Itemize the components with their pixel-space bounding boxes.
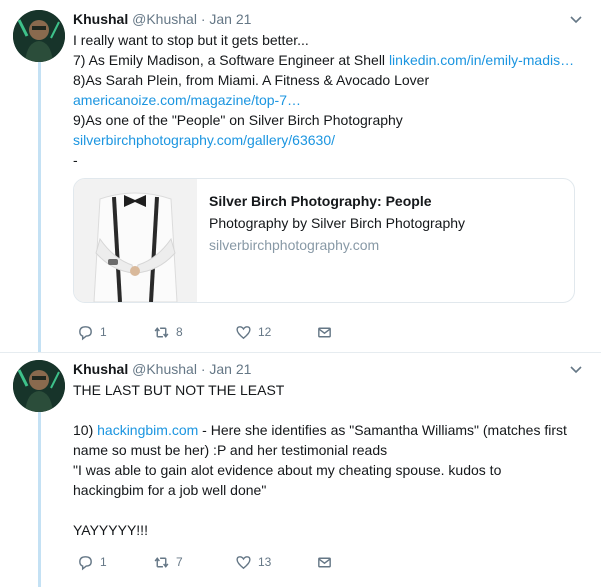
avatar[interactable]: [13, 10, 65, 62]
tweet-line: YAYYYYY!!!: [73, 522, 148, 538]
like-count: 12: [258, 325, 272, 339]
chevron-down-icon[interactable]: [569, 13, 583, 27]
retweet-icon: [154, 556, 169, 568]
retweet-count: 7: [176, 555, 183, 569]
tweet-line: 9)As one of the "People" on Silver Birch…: [73, 112, 403, 128]
heart-icon: [236, 325, 251, 339]
like-button[interactable]: 13: [235, 552, 271, 572]
message-button[interactable]: [316, 552, 333, 572]
tweet-date[interactable]: Jan 21: [209, 361, 251, 377]
tweet-actions: 1 7 13: [73, 552, 373, 572]
reply-icon: [79, 325, 92, 340]
envelope-icon: [318, 327, 331, 337]
reply-count: 1: [100, 325, 107, 339]
tweet-line: I really want to stop but it gets better…: [73, 32, 309, 48]
like-button[interactable]: 12: [235, 322, 271, 342]
tweet-date[interactable]: Jan 21: [209, 11, 251, 27]
tweet-line: THE LAST BUT NOT THE LEAST: [73, 382, 285, 398]
tweet-paragraph: 10) hackingbim.com - Here she identifies…: [73, 422, 567, 458]
message-button[interactable]: [316, 322, 333, 342]
reply-count: 1: [100, 555, 107, 569]
tweet-link[interactable]: americanoize.com/magazine/top-7…: [73, 92, 301, 108]
tweet[interactable]: Khushal @Khushal · Jan 21 THE LAST BUT N…: [73, 360, 591, 540]
tweet-text: I really want to stop but it gets better…: [73, 30, 591, 170]
card-domain: silverbirchphotography.com: [209, 237, 380, 253]
reply-icon: [79, 555, 92, 570]
tweet-link[interactable]: hackingbim.com: [97, 422, 198, 438]
author-name[interactable]: Khushal: [73, 11, 128, 27]
author-handle[interactable]: @Khushal: [132, 11, 197, 27]
tweet-text: THE LAST BUT NOT THE LEAST 10) hackingbi…: [73, 380, 591, 540]
reply-button[interactable]: 1: [77, 322, 107, 342]
retweet-button[interactable]: 8: [153, 322, 183, 342]
chevron-down-icon[interactable]: [569, 363, 583, 377]
tweet-link[interactable]: linkedin.com/in/emily-madis…: [389, 52, 574, 68]
card-title[interactable]: Silver Birch Photography: People: [209, 191, 564, 211]
tweet[interactable]: Khushal @Khushal · Jan 21 I really want …: [73, 10, 591, 170]
card-description: Photography by Silver Birch Photography: [209, 215, 466, 231]
tweet-line: silverbirchphotography.com/gallery/63630…: [73, 130, 591, 150]
tweet-actions: 1 8 12: [73, 322, 373, 342]
retweet-button[interactable]: 7: [153, 552, 183, 572]
heart-icon: [236, 555, 251, 569]
link-preview-card[interactable]: Silver Birch Photography: People Photogr…: [73, 178, 575, 303]
retweet-icon: [154, 326, 169, 338]
reply-button[interactable]: 1: [77, 552, 107, 572]
thread-line: [38, 62, 41, 352]
author-handle[interactable]: @Khushal: [132, 361, 197, 377]
author-name[interactable]: Khushal: [73, 361, 128, 377]
tweet-line: americanoize.com/magazine/top-7…: [73, 90, 591, 110]
like-count: 13: [258, 555, 272, 569]
retweet-count: 8: [176, 325, 183, 339]
tweet-header: Khushal @Khushal · Jan 21: [73, 11, 252, 27]
card-thumbnail: [74, 179, 197, 302]
tweet-quote: "I was able to gain alot evidence about …: [73, 462, 502, 498]
tweet-line: -: [73, 152, 78, 168]
tweet-line: 7) As Emily Madison, a Software Engineer…: [73, 52, 575, 68]
tweet-link[interactable]: silverbirchphotography.com/gallery/63630…: [73, 132, 335, 148]
tweet-header: Khushal @Khushal · Jan 21: [73, 361, 252, 377]
tweet-divider: [0, 352, 601, 353]
tweet-line: 8)As Sarah Plein, from Miami. A Fitness …: [73, 72, 430, 88]
envelope-icon: [318, 557, 331, 567]
thread-line: [38, 412, 41, 587]
avatar[interactable]: [13, 360, 65, 412]
